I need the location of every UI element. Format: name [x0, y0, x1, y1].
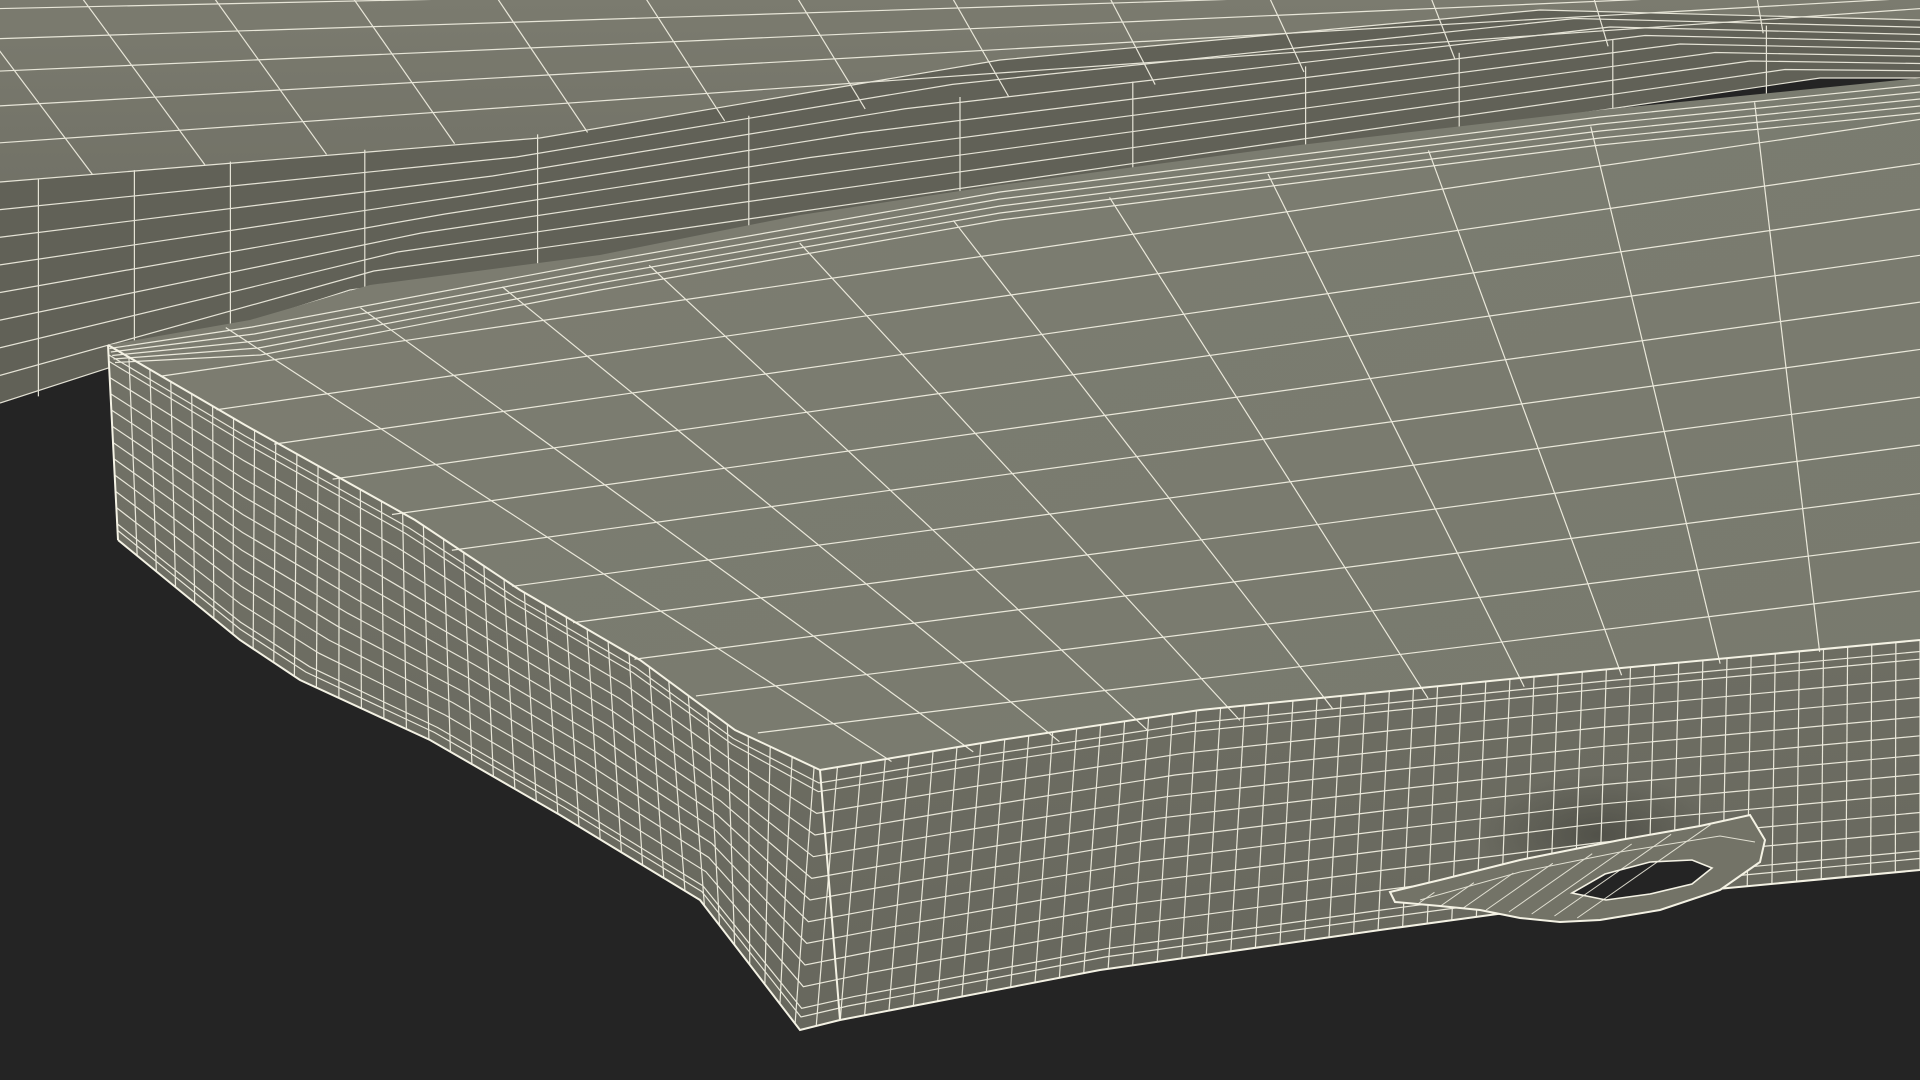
- render-viewport: [0, 0, 1920, 1080]
- front-side-rib: [1894, 642, 1897, 873]
- front-side-rib: [232, 418, 235, 635]
- wireframe-scene: [0, 0, 1920, 1032]
